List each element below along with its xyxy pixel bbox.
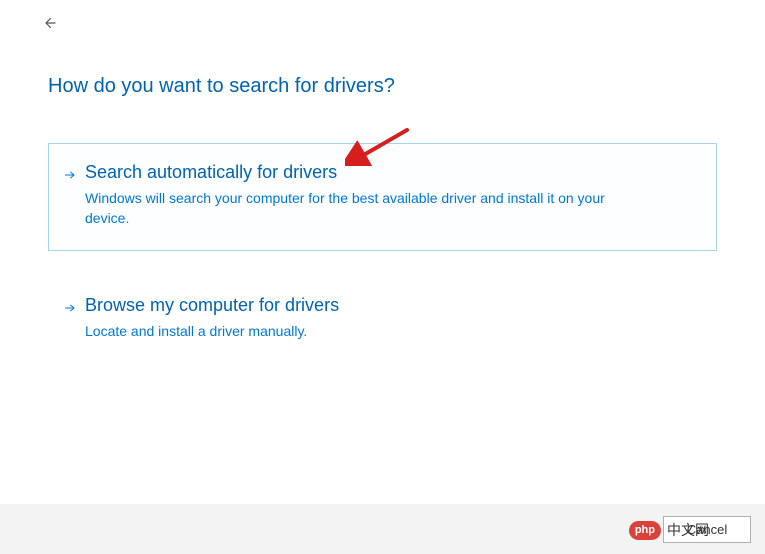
back-button[interactable]: [40, 14, 60, 34]
cancel-button[interactable]: Cancel: [663, 516, 751, 543]
option-title: Search automatically for drivers: [85, 162, 694, 183]
option-browse-computer[interactable]: Browse my computer for drivers Locate an…: [48, 276, 717, 365]
page-heading: How do you want to search for drivers?: [48, 75, 717, 98]
option-search-automatically[interactable]: Search automatically for drivers Windows…: [48, 143, 717, 251]
main-content: How do you want to search for drivers? S…: [0, 0, 765, 365]
option-title: Browse my computer for drivers: [85, 295, 694, 316]
arrow-right-icon: [63, 168, 77, 186]
footer-bar: Cancel: [0, 504, 765, 554]
arrow-right-icon: [63, 301, 77, 319]
option-description: Windows will search your computer for th…: [85, 189, 645, 228]
option-description: Locate and install a driver manually.: [85, 322, 645, 342]
